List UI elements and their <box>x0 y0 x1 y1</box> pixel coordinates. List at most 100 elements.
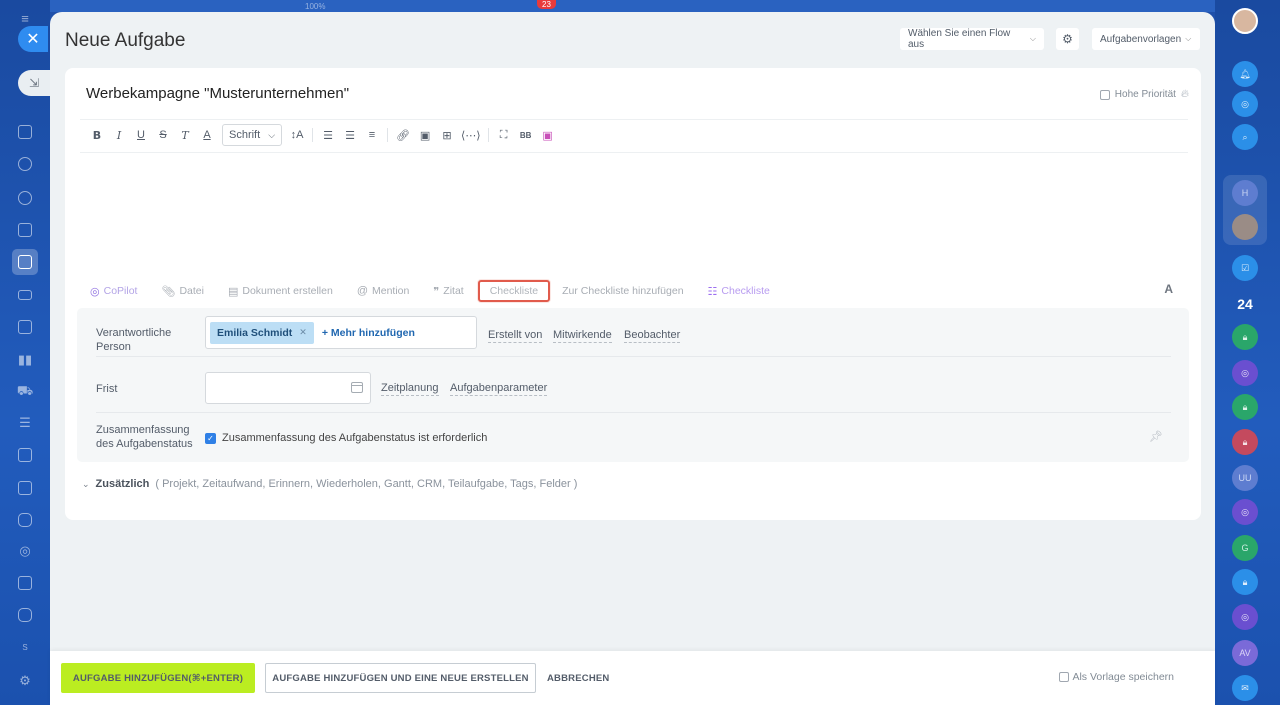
apps-icon[interactable] <box>15 605 35 625</box>
cancel-button[interactable]: ABBRECHEN <box>547 663 610 693</box>
g-avatar[interactable]: G <box>1232 535 1258 561</box>
feed-icon[interactable] <box>15 122 35 142</box>
numbered-list-icon[interactable]: ☰ <box>317 123 339 147</box>
responsible-selector[interactable]: Emilia Schmidt ✕ + Mehr hinzufügen <box>205 316 477 349</box>
table-icon[interactable]: ⊞ <box>436 123 458 147</box>
priority-checkbox[interactable] <box>1099 89 1110 100</box>
notifications-icon[interactable]: 🔔︎ <box>1232 61 1258 87</box>
lock-chat-icon-1[interactable]: 🔒︎ <box>1232 324 1258 350</box>
font-select-label: Schrift <box>229 129 261 141</box>
crm-icon[interactable] <box>15 445 35 465</box>
uu-avatar[interactable]: UU <box>1232 465 1258 491</box>
high-priority-toggle[interactable]: Hohe Priorität 🔥︎ <box>1099 88 1189 101</box>
code-icon[interactable]: ⟨⋯⟩ <box>458 123 484 147</box>
add-more-link[interactable]: + Mehr hinzufügen <box>322 327 415 339</box>
shop-icon[interactable]: ⛟ <box>15 382 35 402</box>
link-icon[interactable]: 🔗︎ <box>392 123 414 147</box>
bold-button[interactable]: B <box>86 123 108 147</box>
checkbox-checked-icon[interactable]: ✓ <box>205 432 216 444</box>
strikethrough-button[interactable]: S <box>152 123 174 147</box>
lock-chat-icon-4[interactable]: 🔒︎ <box>1232 569 1258 595</box>
user-avatar[interactable] <box>1232 8 1258 34</box>
add-to-checklist-button[interactable]: Zur Checkliste hinzufügen <box>562 285 683 297</box>
chat-icon[interactable] <box>15 154 35 174</box>
checklist-button[interactable]: Checkliste <box>477 280 551 302</box>
file-button[interactable]: 📎︎ Datei <box>161 285 203 298</box>
save-template-label: Als Vorlage speichern <box>1072 671 1174 683</box>
save-template-checkbox[interactable] <box>1059 672 1070 682</box>
divider <box>312 128 314 142</box>
lock-chat-icon-2[interactable]: 🔒︎ <box>1232 394 1258 420</box>
align-icon[interactable]: ≡ <box>361 123 383 147</box>
clear-format-button[interactable]: T <box>174 123 196 147</box>
additional-items: ( Projekt, Zeitaufwand, Erinnern, Wieder… <box>155 478 578 490</box>
summary-required-checkbox[interactable]: ✓ Zusammenfassung des Aufgabenstatus ist… <box>205 432 487 444</box>
underline-button[interactable]: U <box>130 123 152 147</box>
av-avatar[interactable]: AV <box>1232 640 1258 666</box>
planning-link[interactable]: Zeitplanung <box>381 382 439 396</box>
analytics-icon[interactable]: ▮▮ <box>15 350 35 370</box>
settings-icon[interactable]: ⚙ <box>15 671 35 691</box>
task-title-input[interactable]: Werbekampagne "Musterunternehmen" <box>86 85 349 102</box>
remove-icon[interactable]: ✕ <box>299 327 307 338</box>
pin-icon[interactable]: 📌︎ <box>1149 430 1163 443</box>
filter-icon[interactable]: ☰ <box>15 413 35 433</box>
image-icon[interactable]: ▣ <box>414 123 436 147</box>
tasks-icon[interactable] <box>12 249 38 275</box>
recent-person-avatar[interactable] <box>1232 214 1258 240</box>
contacts-icon[interactable] <box>15 188 35 208</box>
created-by-link[interactable]: Erstellt von <box>488 329 543 343</box>
settings-button[interactable]: ⚙ <box>1056 28 1079 50</box>
bbcode-icon[interactable]: BB <box>515 123 537 147</box>
copilot-button[interactable]: ◎ CoPilot <box>90 285 137 298</box>
user-initial-badge[interactable]: S <box>15 637 35 657</box>
calendar-icon[interactable] <box>15 317 35 337</box>
create-document-button[interactable]: ▤ Dokument erstellen <box>228 285 333 298</box>
documents-icon[interactable] <box>15 220 35 240</box>
chevron-down-icon: ⌄ <box>82 478 90 489</box>
templates-button[interactable]: Aufgabenvorlagen ⌵ <box>1092 28 1200 50</box>
fullscreen-icon[interactable]: ⛶ <box>493 123 515 147</box>
minimize-slider-button[interactable]: ⇲ <box>18 70 50 96</box>
copilot-icon[interactable]: ◎ <box>15 541 35 561</box>
participants-link[interactable]: Mitwirkende <box>553 329 612 343</box>
text-color-button[interactable]: A <box>196 123 218 147</box>
italic-button[interactable]: I <box>108 123 130 147</box>
copilot-chat-icon-2[interactable]: ◎ <box>1232 360 1258 386</box>
close-slider-button[interactable]: ✕ <box>18 26 48 52</box>
ai-image-icon[interactable]: ▣ <box>537 123 559 147</box>
messenger-icon[interactable]: ✉ <box>1232 675 1258 701</box>
sites-icon[interactable] <box>15 478 35 498</box>
menu-icon[interactable]: ≡ <box>15 8 35 28</box>
task-params-link[interactable]: Aufgabenparameter <box>450 382 548 396</box>
font-select[interactable]: Schrift ⌵ <box>222 124 283 146</box>
search-chat-icon[interactable]: ⌕ <box>1232 124 1258 150</box>
sign-icon[interactable] <box>15 573 35 593</box>
save-as-template-toggle[interactable]: Als Vorlage speichern <box>1059 671 1174 683</box>
calendar-icon[interactable] <box>351 382 363 393</box>
ai-checklist-button[interactable]: ☷ Checkliste <box>708 285 770 298</box>
copilot-chat-icon[interactable]: ◎ <box>1232 91 1258 117</box>
copilot-chat-icon-4[interactable]: ◎ <box>1232 604 1258 630</box>
font-size-button[interactable]: ↕A <box>286 123 308 147</box>
responsible-chip[interactable]: Emilia Schmidt ✕ <box>210 321 314 344</box>
additional-section-toggle[interactable]: ⌄ Zusätzlich ( Projekt, Zeitaufwand, Eri… <box>82 478 577 490</box>
formatting-toggle-button[interactable]: A <box>1164 282 1173 296</box>
observers-link[interactable]: Beobachter <box>624 329 681 343</box>
bullet-list-icon[interactable]: ☰ <box>339 123 361 147</box>
drive-icon[interactable] <box>15 285 35 305</box>
lock-chat-icon-3[interactable]: 🔒︎ <box>1232 429 1258 455</box>
quote-button[interactable]: ❞ Zitat <box>433 285 463 298</box>
count-24[interactable]: 24 <box>1232 291 1258 317</box>
recent-h-avatar[interactable]: H <box>1232 180 1258 206</box>
flow-select[interactable]: Wählen Sie einen Flow aus ⌵ <box>900 28 1044 50</box>
copilot-chat-icon-3[interactable]: ◎ <box>1232 499 1258 525</box>
add-task-button[interactable]: AUFGABE HINZUFÜGEN(⌘+ENTER) <box>61 663 255 693</box>
add-and-create-new-button[interactable]: AUFGABE HINZUFÜGEN UND EINE NEUE ERSTELL… <box>265 663 536 693</box>
tasks-chat-icon[interactable]: ☑ <box>1232 255 1258 281</box>
robot-icon[interactable] <box>15 510 35 530</box>
deadline-input[interactable] <box>205 372 371 404</box>
quote-label: Zitat <box>443 285 464 297</box>
flame-icon: 🔥︎ <box>1180 88 1189 100</box>
mention-button[interactable]: @ Mention <box>357 285 410 297</box>
